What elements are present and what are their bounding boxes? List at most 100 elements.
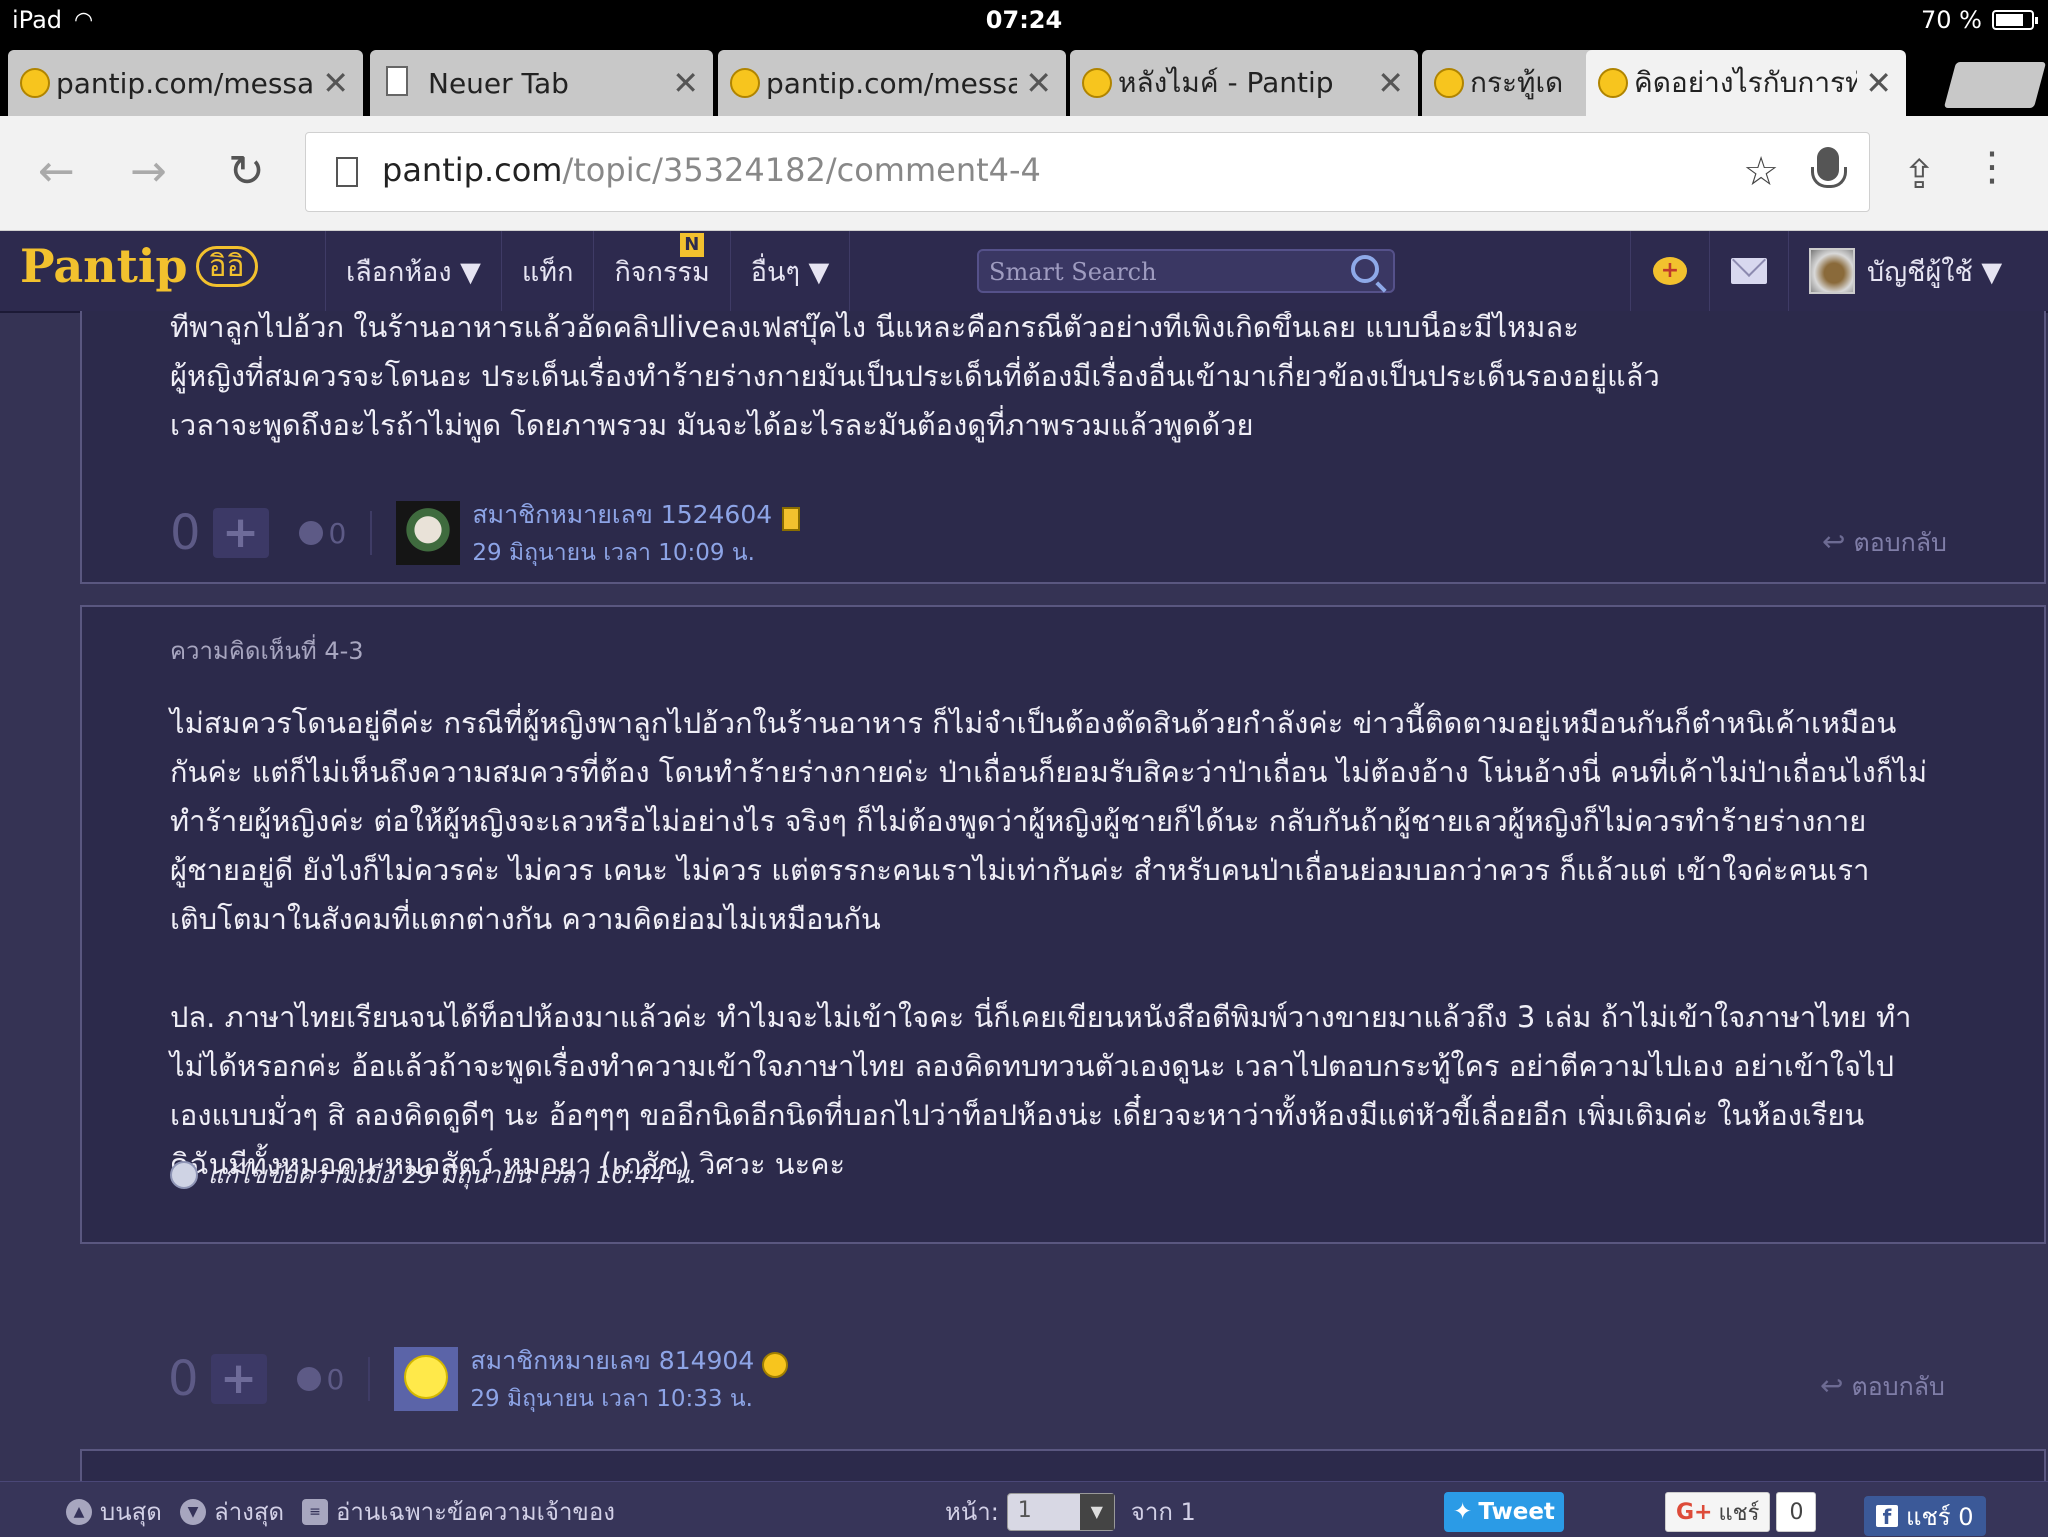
topic-content: ที่พาลูกไปอ้วก ในร้านอาหารแล้วอัดคลิปliv… — [0, 311, 2048, 1481]
arrow-down-icon: ▼ — [180, 1498, 206, 1525]
member-info: สมาชิกหมายเลข 814904 29 มิถุนายน เวลา 10… — [470, 1341, 789, 1417]
page-label: หน้า: — [945, 1498, 999, 1526]
share-icon[interactable]: ⇪ — [1902, 152, 1936, 198]
ios-status-bar: iPad ◠ 07:24 70 % — [0, 0, 2048, 42]
address-url[interactable]: pantip.com/topic/35324182/comment4-4 — [382, 151, 1041, 189]
reply-label: ตอบกลับ — [1853, 528, 1947, 557]
comment-line: ปล. ภาษาไทยเรียนจนได้ท็อปห้องมาแล้วค่ะ ท… — [170, 1000, 1912, 1034]
tab-title: หลังไมค์ - Pantip — [1118, 66, 1334, 99]
member-link[interactable]: สมาชิกหมายเลข 1524604 — [472, 500, 772, 529]
vote-plus-button[interactable]: + — [212, 508, 269, 558]
microphone-icon[interactable] — [1811, 147, 1847, 188]
reply-button[interactable]: ↩ ตอบกลับ — [1822, 523, 1947, 563]
comment-box: ความคิดเห็นที่ 4-3 ไม่สมควรโดนอยู่ดีค่ะ … — [80, 605, 2046, 1244]
gplus-icon: G+ — [1676, 1499, 1713, 1525]
tab-close-icon[interactable]: ✕ — [1865, 64, 1892, 102]
address-bar[interactable]: pantip.com/topic/35324182/comment4-4 ☆ — [305, 132, 1870, 212]
gplus-share[interactable]: G+ แชร์ — [1665, 1492, 1771, 1532]
browser-tab[interactable]: pantip.com/messa ✕ — [8, 50, 363, 116]
forward-arrow-icon[interactable]: → — [130, 146, 167, 197]
comment-box: ที่พาลูกไปอ้วก ในร้านอาหารแล้วอัดคลิปliv… — [80, 311, 2046, 584]
page-select-value: 1 — [1017, 1497, 1032, 1523]
browser-tab[interactable]: pantip.com/messa ✕ — [718, 50, 1066, 116]
overflow-menu-icon[interactable]: ⋮ — [1972, 144, 2012, 190]
tab-close-icon[interactable]: ✕ — [322, 64, 349, 102]
tab-close-icon[interactable]: ✕ — [672, 64, 699, 102]
smart-search-input[interactable] — [987, 255, 1351, 289]
page-info-icon[interactable] — [336, 157, 358, 187]
tab-title: Neuer Tab — [428, 66, 569, 100]
new-topic-button[interactable]: + — [1630, 231, 1709, 311]
reload-icon[interactable]: ↻ — [228, 146, 265, 197]
emotion-count: 0 — [326, 1362, 345, 1396]
member-avatar[interactable] — [394, 1347, 459, 1411]
page-total: จาก 1 — [1130, 1498, 1196, 1526]
new-badge: N — [679, 233, 704, 257]
gplus-share-button[interactable]: G+ แชร์ 0 — [1665, 1492, 1817, 1532]
comment-footer: 0 + 0 สมาชิกหมายเลข 814904 29 มิถุนายน เ… — [168, 1341, 789, 1417]
search-icon[interactable] — [1351, 255, 1379, 283]
comment-line: ไม่ได้หรอกค่ะ อ้อแล้วถ้าจะพูดเรื่องทำควา… — [170, 1049, 1894, 1083]
browser-tab[interactable]: Neuer Tab ✕ — [370, 50, 713, 116]
battery-icon — [1992, 10, 2038, 30]
scroll-top-label: บนสุด — [100, 1498, 162, 1526]
tab-close-icon[interactable]: ✕ — [1377, 64, 1404, 102]
member-link[interactable]: สมาชิกหมายเลข 814904 — [470, 1346, 754, 1375]
battery-percent: 70 % — [1921, 6, 1982, 34]
vote-count: 0 — [168, 1351, 199, 1407]
tab-close-icon[interactable]: ✕ — [1025, 64, 1052, 102]
back-arrow-icon[interactable]: ← — [38, 146, 75, 197]
messages-button[interactable] — [1709, 231, 1788, 311]
arrow-up-icon: ▲ — [66, 1498, 92, 1525]
member-avatar[interactable] — [396, 501, 461, 565]
comment-footer: 0 + 0 สมาชิกหมายเลข 1524604 29 มิถุนายน … — [170, 495, 801, 571]
browser-tab-active[interactable]: คิดอย่างไรกับการทำ ✕ — [1586, 50, 1906, 116]
status-time: 07:24 — [985, 6, 1063, 34]
reply-arrow-icon: ↩ — [1820, 1369, 1844, 1402]
account-label: บัญชีผู้ใช้ ▼ — [1867, 256, 2003, 288]
owner-only-button[interactable]: ≡ อ่านเฉพาะข้อความเจ้าของ — [302, 1492, 615, 1531]
tweet-button[interactable]: ✦ Tweet — [1444, 1492, 1564, 1532]
comment-line: เองแบบมั่วๆ สิ ลองคิดดูดีๆ นะ อ้อๆๆๆ ขออ… — [170, 1098, 1865, 1132]
page-icon — [386, 66, 408, 96]
pantip-favicon-icon — [1434, 68, 1464, 98]
nav-select-room[interactable]: เลือกห้อง ▼ — [325, 231, 501, 311]
logo-mark: อิอิ — [195, 246, 258, 287]
member-badge-icon — [762, 1351, 789, 1378]
emotion-icon[interactable] — [296, 1367, 321, 1391]
comment-line: กันค่ะ แต่ก็ไม่เห็นถึงความสมควรที่ต้อง โ… — [170, 755, 1928, 789]
header-nav: เลือกห้อง ▼ แท็ก กิจกรรม N อื่นๆ ▼ — [325, 231, 851, 311]
comment-paragraph: ไม่สมควรโดนอยู่ดีค่ะ กรณีที่ผู้หญิงพาลูก… — [170, 699, 2010, 944]
vote-plus-button[interactable]: + — [210, 1354, 267, 1404]
bookmark-star-icon[interactable]: ☆ — [1743, 149, 1779, 195]
nav-activities[interactable]: กิจกรรม N — [593, 231, 729, 311]
scroll-bottom-button[interactable]: ▼ ล่างสุด — [180, 1492, 284, 1531]
browser-tab[interactable]: กระทู้เด — [1422, 50, 1597, 116]
reply-button[interactable]: ↩ ตอบกลับ — [1820, 1367, 1945, 1407]
account-menu[interactable]: บัญชีผู้ใช้ ▼ — [1788, 231, 2022, 311]
pantip-header: Pantip อิอิ เลือกห้อง ▼ แท็ก กิจกรรม N อื… — [0, 231, 2048, 313]
comment-line: ไม่สมควรโดนอยู่ดีค่ะ กรณีที่ผู้หญิงพาลูก… — [170, 706, 1897, 740]
nav-more[interactable]: อื่นๆ ▼ — [729, 231, 851, 311]
page-select[interactable]: 1 ▼ — [1006, 1492, 1115, 1531]
comment-number: ความคิดเห็นที่ 4-3 — [170, 637, 364, 665]
nav-tags[interactable]: แท็ก — [500, 231, 594, 311]
comment-date: 29 มิถุนายน เวลา 10:33 น. — [470, 1386, 753, 1412]
facebook-share-button[interactable]: f แชร์ 0 — [1864, 1496, 1986, 1536]
browser-tab[interactable]: หลังไมค์ - Pantip ✕ — [1070, 50, 1418, 116]
new-tab-button[interactable] — [1943, 62, 2047, 108]
scroll-bottom-label: ล่างสุด — [214, 1498, 285, 1526]
emotion-icon[interactable] — [298, 521, 323, 545]
edit-note-text: แก้ไขข้อความเมื่อ 29 มิถุนายน เวลา 10:44… — [208, 1161, 698, 1189]
comment-date: 29 มิถุนายน เวลา 10:09 น. — [472, 540, 755, 566]
pantip-logo[interactable]: Pantip อิอิ — [20, 239, 258, 296]
header-actions: + บัญชีผู้ใช้ ▼ — [1630, 231, 2022, 311]
scroll-top-button[interactable]: ▲ บนสุด — [66, 1492, 162, 1531]
pantip-favicon-icon — [730, 68, 760, 98]
pantip-favicon-icon — [20, 68, 50, 98]
member-badge-icon — [782, 506, 801, 531]
tab-title: pantip.com/messa — [56, 66, 315, 100]
facebook-icon: f — [1876, 1505, 1898, 1529]
filter-icon: ≡ — [302, 1498, 328, 1525]
reply-label: ตอบกลับ — [1851, 1372, 1945, 1401]
